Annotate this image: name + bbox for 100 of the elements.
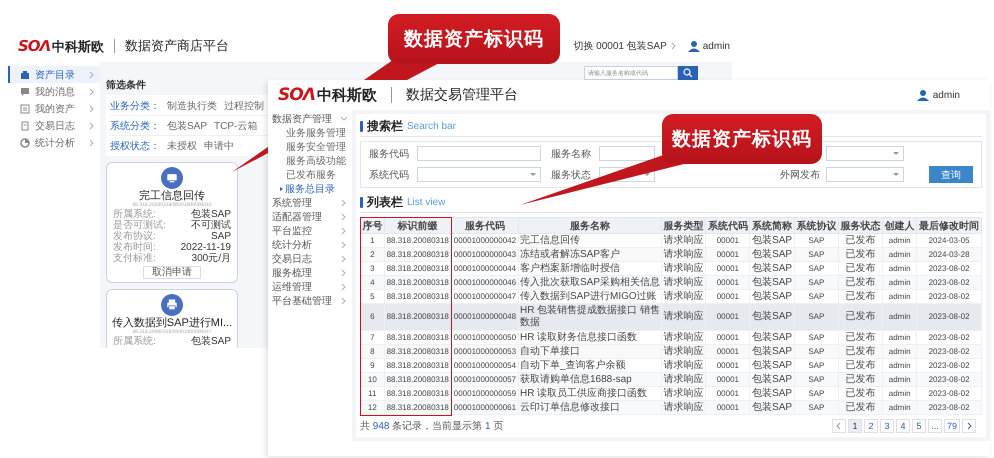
- field-value: 2022-11-19: [180, 242, 231, 253]
- field-label: 发布协议:: [113, 231, 156, 242]
- table-cell: admin: [882, 344, 917, 358]
- page-button[interactable]: 5: [912, 419, 926, 433]
- table-cell: SAP: [794, 344, 838, 358]
- card-title: 完工信息回传: [139, 190, 205, 202]
- section-title: 筛选条件: [105, 78, 147, 92]
- select-field[interactable]: [826, 146, 904, 161]
- table-cell: 00001000000057: [451, 372, 518, 386]
- cancel-button[interactable]: 取消申请: [143, 266, 201, 279]
- system-selector[interactable]: 切换 00001 包装SAP: [571, 37, 678, 55]
- callout-pointer: [232, 146, 268, 172]
- sidebar-item[interactable]: 统计分析: [268, 238, 352, 252]
- search-button[interactable]: 查询: [929, 166, 973, 183]
- filter-option[interactable]: TCP-云箱: [214, 118, 258, 132]
- table-cell: 2023-08-02: [916, 304, 982, 330]
- table-cell: 请求响应: [662, 344, 706, 358]
- column-header: 系统代码: [706, 218, 750, 234]
- sidebar-item[interactable]: 适配器管理: [268, 210, 352, 224]
- table-cell: 00001000000053: [451, 344, 518, 358]
- logo-mark: SOΛ: [18, 36, 50, 54]
- callout-label: 数据资产标识码: [662, 114, 822, 164]
- user-name[interactable]: admin: [932, 90, 960, 100]
- table-cell: 已发布: [838, 344, 883, 358]
- field-label: 系统代码: [369, 168, 409, 182]
- table-cell: 88.318.20080318: [384, 400, 452, 414]
- field-value: 300元/月: [192, 253, 231, 264]
- table-cell: 请求响应: [662, 400, 706, 414]
- table-cell: admin: [882, 372, 917, 386]
- table-cell: 自动下单接口: [518, 344, 662, 358]
- sidebar-item[interactable]: 统计分析: [8, 134, 100, 151]
- field-label: 服务代码: [369, 148, 409, 160]
- filter-option[interactable]: 过程控制: [224, 98, 264, 112]
- table-cell: 冻结或者解冻SAP客户: [518, 248, 662, 262]
- page-button[interactable]: 2: [864, 419, 878, 433]
- section-title: 搜索栏: [367, 118, 403, 134]
- sidebar-item[interactable]: 服务总目录: [268, 182, 352, 196]
- table-cell: 已发布: [838, 304, 883, 330]
- table-cell: 00001000000043: [451, 248, 518, 262]
- input-field[interactable]: [417, 146, 541, 161]
- sidebar-item[interactable]: 服务安全管理: [268, 140, 352, 154]
- sidebar-item[interactable]: 数据资产管理: [268, 112, 352, 126]
- sidebar-item[interactable]: 服务梳理: [268, 266, 352, 280]
- table-cell: 00001000000046: [451, 276, 518, 290]
- field-label: 支付标准:: [113, 253, 156, 264]
- filter-option[interactable]: 制造执行类: [167, 98, 217, 112]
- table-cell: 传入批次获取SAP采购相关信息: [518, 276, 662, 290]
- sidebar-item[interactable]: 业务服务管理: [268, 126, 352, 140]
- caret-icon: [893, 173, 899, 176]
- caret-icon: [893, 152, 899, 155]
- select-field[interactable]: [417, 167, 541, 182]
- filter-option[interactable]: 申请中: [204, 138, 234, 152]
- table-cell: 包装SAP: [750, 248, 794, 262]
- next-page-button[interactable]: [962, 419, 976, 433]
- table-cell: 00001: [706, 344, 750, 358]
- column-header: 服务状态: [838, 218, 883, 234]
- table-cell: 88.318.20080318: [384, 276, 452, 290]
- section-subtitle: Search bar: [407, 120, 456, 132]
- sidebar-item[interactable]: 平台基础管理: [268, 294, 352, 308]
- table-cell: 00001000000048: [451, 304, 518, 330]
- monitor-icon: [161, 167, 183, 189]
- table-cell: 6: [360, 304, 384, 330]
- table-cell: 请求响应: [662, 304, 706, 330]
- sidebar-item[interactable]: 已发布服务: [268, 168, 352, 182]
- input-field[interactable]: [599, 146, 655, 161]
- field-label: 发布时间:: [113, 242, 156, 253]
- column-header: 系统简称: [750, 218, 794, 234]
- page-button[interactable]: 1: [848, 419, 862, 433]
- sidebar-item[interactable]: 平台监控: [268, 224, 352, 238]
- table-cell: admin: [882, 248, 917, 262]
- filter-option[interactable]: 未授权: [167, 138, 197, 152]
- sidebar-item[interactable]: 运维管理: [268, 280, 352, 294]
- table-cell: 2023-08-02: [916, 276, 982, 290]
- table-cell: SAP: [794, 400, 838, 414]
- record-summary: 共 948 条记录，当前显示第 1 页: [360, 420, 504, 433]
- filter-option[interactable]: 包装SAP: [167, 118, 208, 132]
- table-cell: SAP: [794, 248, 838, 262]
- printer-icon: [161, 294, 183, 316]
- table-cell: 包装SAP: [750, 304, 794, 330]
- user-name[interactable]: admin: [702, 40, 730, 52]
- page-button[interactable]: 79: [944, 419, 960, 433]
- sidebar-item[interactable]: 我的消息: [8, 83, 100, 100]
- sidebar-item[interactable]: 服务高级功能: [268, 154, 352, 168]
- section-marker: [360, 196, 363, 208]
- message-icon: [20, 86, 30, 96]
- previous-page-button[interactable]: [832, 419, 846, 433]
- search-button[interactable]: [678, 66, 698, 80]
- sidebar-item[interactable]: 资产目录: [8, 66, 100, 83]
- select-field[interactable]: [826, 167, 904, 182]
- user-icon: [688, 40, 700, 52]
- sidebar-item[interactable]: 我的资产: [8, 100, 100, 117]
- sidebar-item[interactable]: 交易日志: [268, 252, 352, 266]
- page-button[interactable]: ...: [928, 419, 942, 433]
- sidebar-item[interactable]: 交易日志: [8, 117, 100, 134]
- sidebar-item[interactable]: 系统管理: [268, 196, 352, 210]
- page-button[interactable]: 4: [896, 419, 910, 433]
- page-button[interactable]: 3: [880, 419, 894, 433]
- user-icon: [916, 89, 929, 101]
- table-cell: 00001: [706, 400, 750, 414]
- card-title: 传入数据到SAP进行MI...: [112, 317, 232, 329]
